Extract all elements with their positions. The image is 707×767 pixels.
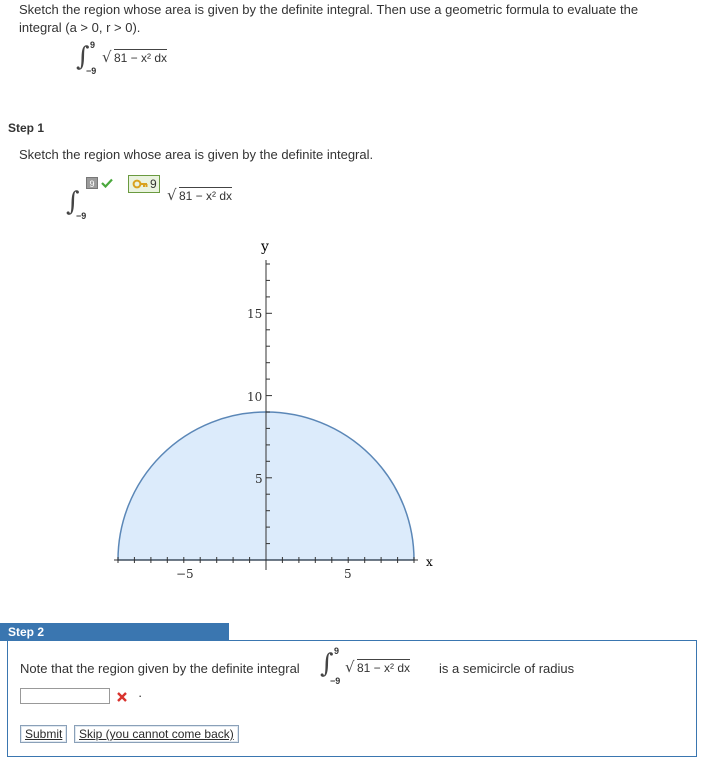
- radical-icon: √: [102, 48, 112, 66]
- y-tick-label: 5: [255, 472, 263, 486]
- key-value: 9: [150, 177, 157, 191]
- integral-upper-limit: 9: [334, 646, 340, 656]
- integral-lower-limit: −9: [86, 66, 97, 76]
- step2-header: Step 2: [0, 623, 229, 641]
- integrand: 81 − x² dx: [179, 187, 233, 203]
- error-x-icon: [117, 692, 127, 702]
- key-answer-box[interactable]: 9: [128, 175, 160, 193]
- integral-lower-limit: −9: [76, 211, 87, 221]
- step2-note-suffix: is a semicircle of radius: [439, 661, 575, 676]
- radius-answer-input[interactable]: [20, 688, 110, 704]
- y-axis-label: y: [260, 239, 269, 255]
- step1-instruction: Sketch the region whose area is given by…: [19, 147, 374, 162]
- integral-sign: ∫: [320, 649, 334, 679]
- x-axis-label: x: [426, 555, 433, 569]
- check-icon: [101, 178, 113, 188]
- integral-lower-limit: −9: [330, 676, 341, 686]
- radical-icon: √: [167, 186, 177, 204]
- y-tick-label: 15: [247, 307, 262, 321]
- key-icon: [132, 179, 148, 189]
- step1-header: Step 1: [8, 121, 45, 135]
- step2-integral: ∫ 9 −9 √ 81 − x² dx: [320, 646, 440, 688]
- problem-line-1: Sketch the region whose area is given by…: [19, 2, 639, 17]
- integrand: 81 − x² dx: [114, 49, 168, 65]
- step2-note-prefix: Note that the region given by the defini…: [20, 661, 300, 676]
- problem-line-2: integral (a > 0, r > 0).: [19, 20, 141, 35]
- integral-upper-limit: 9: [90, 40, 96, 50]
- x-tick-label: 5: [344, 567, 352, 581]
- problem-statement: Sketch the region whose area is given by…: [19, 1, 699, 37]
- skip-button[interactable]: Skip (you cannot come back): [74, 725, 239, 743]
- upper-limit-badge[interactable]: 9: [86, 177, 98, 189]
- step1-integral: ∫ 9 −9 9 √ 81 − x² dx: [66, 175, 266, 223]
- submit-button[interactable]: Submit: [20, 725, 68, 743]
- answer-period: ·: [138, 688, 143, 703]
- semicircle-graph: y x 15 10 5 −5 5: [114, 239, 433, 581]
- problem-integral: ∫ 9 −9 √ 81 − x² dx: [76, 40, 236, 76]
- x-tick-label: −5: [176, 567, 194, 581]
- step2-panel: Note that the region given by the defini…: [7, 641, 697, 757]
- integrand: 81 − x² dx: [357, 659, 411, 675]
- y-tick-label: 10: [247, 390, 262, 404]
- radical-icon: √: [345, 658, 355, 676]
